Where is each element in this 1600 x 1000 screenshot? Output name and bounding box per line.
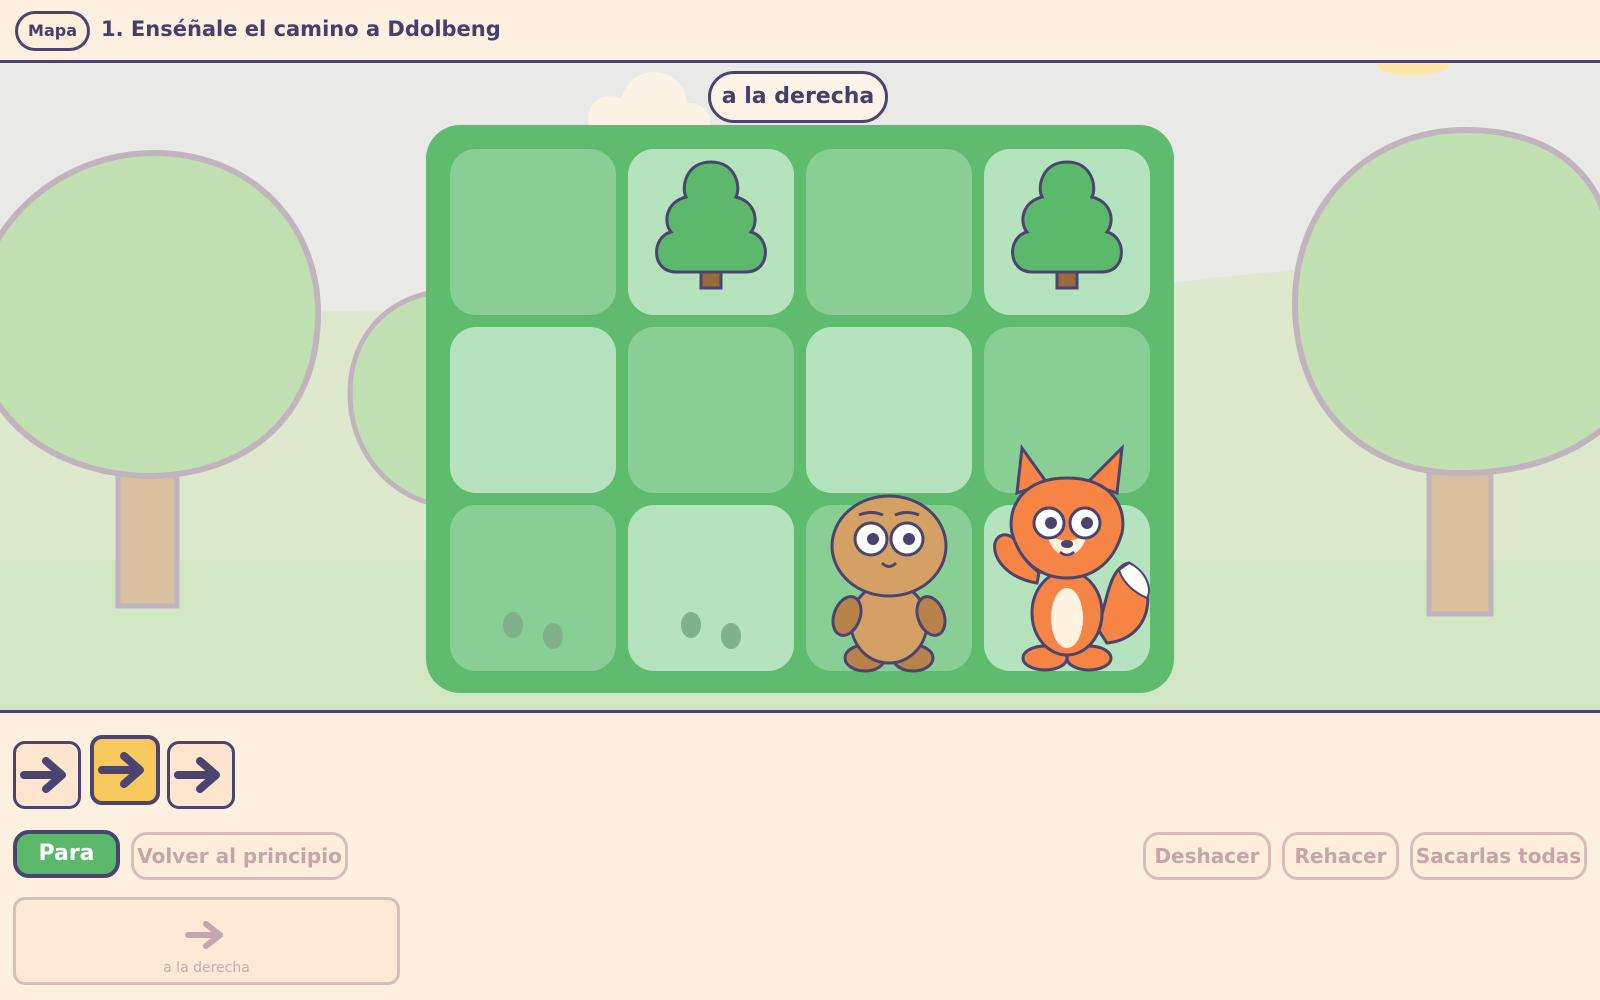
board-cell xyxy=(984,327,1150,493)
board-cell xyxy=(806,327,972,493)
board-cell xyxy=(450,505,616,671)
palette-block-label: a la derecha xyxy=(163,960,250,976)
reset-button[interactable]: Volver al principio xyxy=(131,832,348,880)
map-button[interactable]: Mapa xyxy=(15,11,90,51)
stop-button[interactable]: Para xyxy=(13,830,120,878)
board-cell xyxy=(628,327,794,493)
command-palette-block[interactable]: a la derecha xyxy=(13,897,400,985)
arrow-right-icon xyxy=(20,757,66,793)
command-hint-bubble: a la derecha xyxy=(708,71,888,123)
game-board xyxy=(426,125,1174,693)
header-bar: Mapa 1. Enséñale el camino a Ddolbeng xyxy=(0,0,1600,63)
redo-button[interactable]: Rehacer xyxy=(1282,832,1399,880)
board-cell xyxy=(806,149,972,315)
board-cell xyxy=(450,327,616,493)
command-slot-1[interactable] xyxy=(13,741,81,809)
game-scene: a la derecha xyxy=(0,63,1600,713)
board-cell xyxy=(450,149,616,315)
command-slot-2-active[interactable] xyxy=(90,735,160,805)
arrow-right-icon xyxy=(174,757,220,793)
arrow-right-icon xyxy=(185,921,223,949)
board-cell xyxy=(628,505,794,671)
arrow-right-icon xyxy=(98,752,144,788)
command-slot-3[interactable] xyxy=(167,741,235,809)
undo-button[interactable]: Deshacer xyxy=(1143,832,1271,880)
clear-all-button[interactable]: Sacarlas todas xyxy=(1410,832,1587,880)
level-title: 1. Enséñale el camino a Ddolbeng xyxy=(101,17,501,41)
